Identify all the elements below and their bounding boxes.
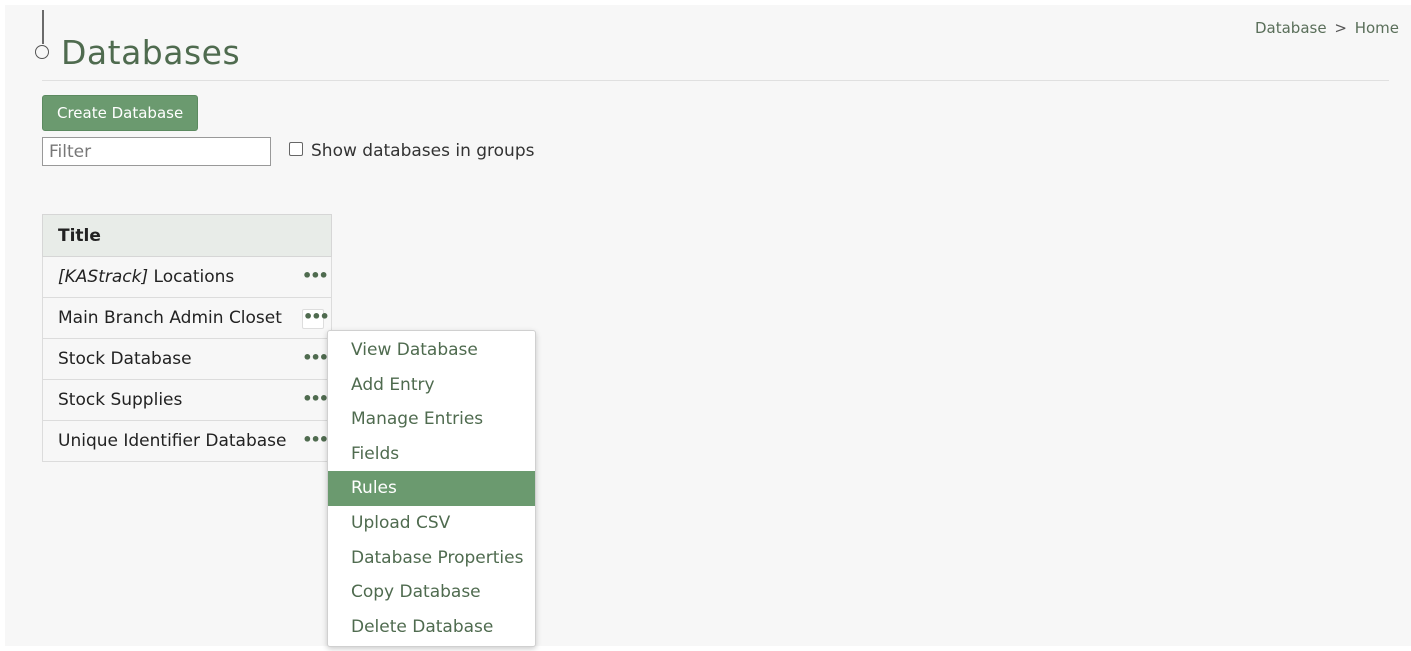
show-groups-checkbox[interactable] [289, 142, 303, 156]
breadcrumb-current[interactable]: Home [1355, 19, 1399, 37]
row-menu-ellipsis-icon[interactable]: ••• [302, 309, 330, 329]
databases-table: Title [KAStrack] Locations ••• Main Bran… [42, 214, 332, 462]
database-title-cell[interactable]: [KAStrack] Locations [42, 256, 295, 298]
create-database-button[interactable]: Create Database [42, 95, 199, 131]
menu-item-add-entry[interactable]: Add Entry [328, 368, 535, 403]
table-row: Main Branch Admin Closet ••• [42, 297, 332, 339]
breadcrumb: Database > Home [1255, 19, 1399, 37]
timeline-dot [35, 45, 49, 59]
table-row: Stock Supplies ••• [42, 379, 332, 421]
menu-item-delete-database[interactable]: Delete Database [328, 610, 535, 645]
menu-item-upload-csv[interactable]: Upload CSV [328, 506, 535, 541]
page-title: Databases [61, 33, 241, 72]
row-menu-ellipsis-icon[interactable]: ••• [302, 390, 329, 412]
database-title-cell[interactable]: Stock Supplies [42, 379, 295, 421]
show-groups-label[interactable]: Show databases in groups [311, 141, 534, 161]
table-header-title: Title [42, 214, 332, 257]
breadcrumb-separator: > [1334, 19, 1347, 37]
table-row: Unique Identifier Database ••• [42, 420, 332, 462]
database-title-cell[interactable]: Unique Identifier Database [42, 420, 295, 462]
database-title-cell[interactable]: Stock Database [42, 338, 295, 380]
menu-item-manage-entries[interactable]: Manage Entries [328, 402, 535, 437]
row-menu-ellipsis-icon[interactable]: ••• [302, 431, 329, 453]
timeline-line [42, 10, 44, 44]
page-container: Databases Database > Home Create Databas… [5, 5, 1411, 648]
menu-item-rules[interactable]: Rules [328, 471, 535, 506]
breadcrumb-section[interactable]: Database [1255, 19, 1327, 37]
menu-item-copy-database[interactable]: Copy Database [328, 575, 535, 610]
menu-item-database-properties[interactable]: Database Properties [328, 541, 535, 576]
database-title-cell[interactable]: Main Branch Admin Closet [42, 297, 295, 339]
database-name[interactable]: Stock Database [58, 349, 192, 369]
filter-input[interactable] [42, 137, 271, 166]
menu-item-fields[interactable]: Fields [328, 437, 535, 472]
database-name[interactable]: Unique Identifier Database [58, 431, 286, 451]
menu-item-view-database[interactable]: View Database [328, 333, 535, 368]
row-menu-ellipsis-icon[interactable]: ••• [302, 349, 329, 371]
database-name[interactable]: Main Branch Admin Closet [58, 308, 282, 328]
table-row: [KAStrack] Locations ••• [42, 256, 332, 298]
title-divider [42, 80, 1389, 81]
table-row: Stock Database ••• [42, 338, 332, 380]
database-name[interactable]: Locations [154, 267, 235, 287]
database-tag: [KAStrack] [58, 267, 149, 287]
row-menu-ellipsis-icon[interactable]: ••• [302, 267, 329, 289]
database-context-menu: View Database Add Entry Manage Entries F… [327, 330, 536, 648]
database-name[interactable]: Stock Supplies [58, 390, 182, 410]
